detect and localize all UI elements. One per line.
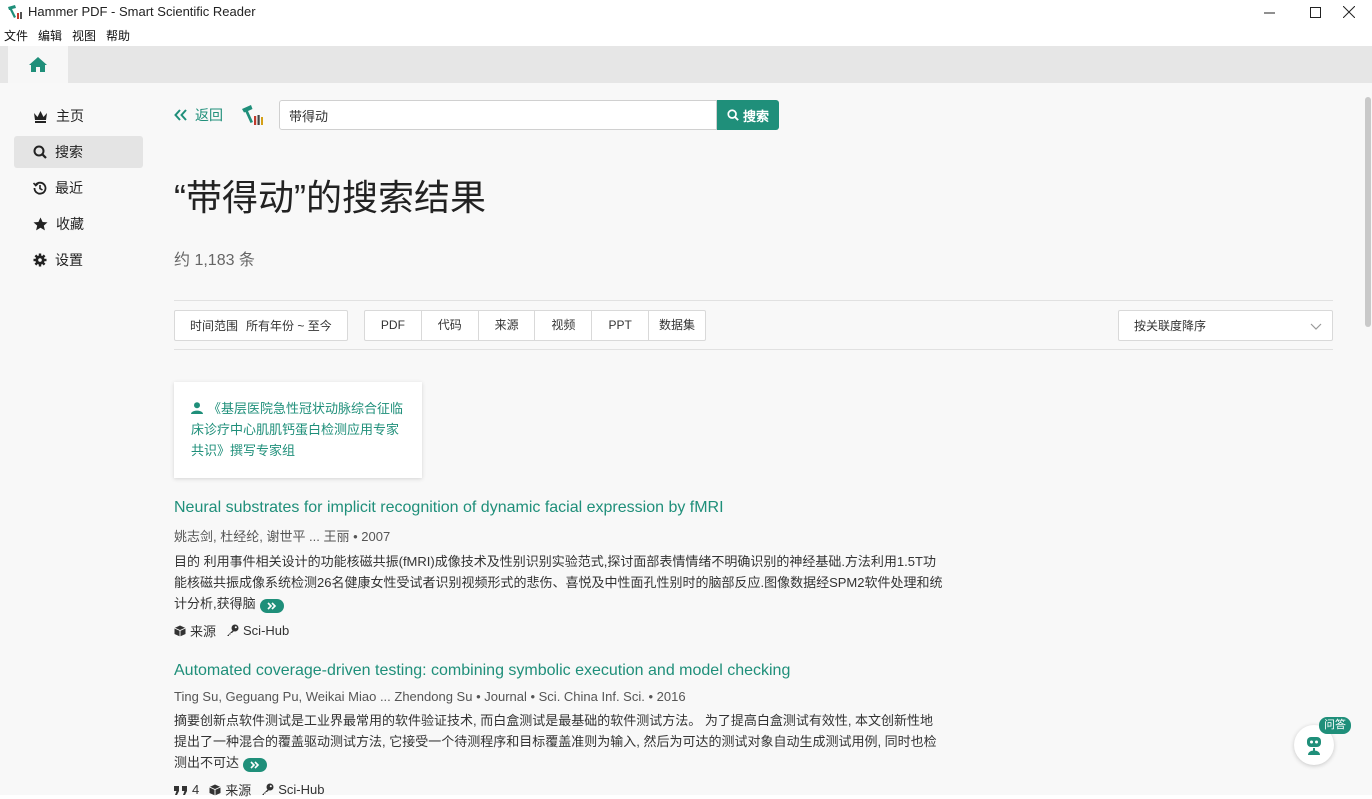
quote-icon — [174, 785, 187, 795]
page-title: “带得动”的搜索结果 — [174, 177, 486, 218]
sidebar-item-label: 主页 — [56, 108, 84, 124]
sidebar: 主页 搜索 最近 收藏 设置 — [14, 100, 143, 280]
time-range-label: 时间范围 — [190, 319, 239, 333]
star-icon — [33, 217, 48, 231]
close-button[interactable] — [1326, 0, 1372, 24]
minimize-icon — [1263, 12, 1275, 13]
search-input[interactable] — [279, 100, 717, 130]
sidebar-item-label: 收藏 — [56, 216, 84, 232]
crown-icon — [34, 110, 47, 123]
abstract-text: 目的 利用事件相关设计的功能核磁共振(fMRI)成像技术及性别识别实验范式,探讨… — [174, 554, 943, 611]
content-area: 主页 搜索 最近 收藏 设置 返回 带得动 搜索 “带得动”的搜索结果 约 1,… — [0, 83, 1372, 798]
author-card[interactable]: 《基层医院急性冠状动脉综合征临床诊疗中心肌肌钙蛋白检测应用专家共识》撰写专家组 — [174, 382, 422, 478]
window-title: Hammer PDF - Smart Scientific Reader — [28, 4, 256, 19]
sidebar-item-label: 搜索 — [55, 144, 83, 160]
type-filter-group: PDF 代码 来源 视频 PPT 数据集 — [364, 310, 706, 341]
cube-icon — [209, 784, 221, 795]
sidebar-item-settings[interactable]: 设置 — [14, 244, 143, 276]
menu-edit[interactable]: 编辑 — [34, 26, 68, 46]
filter-bar: 时间范围 所有年份 ~ 至今 PDF 代码 来源 视频 PPT 数据集 按关联度… — [174, 300, 1333, 350]
app-logo-icon — [242, 105, 263, 125]
back-button[interactable]: 返回 — [174, 105, 223, 125]
sort-value: 按关联度降序 — [1134, 319, 1207, 333]
key-icon — [262, 783, 274, 795]
result-title-link[interactable]: Neural substrates for implicit recogniti… — [174, 499, 944, 517]
source-link-label: 来源 — [225, 783, 252, 798]
source-link-label: 来源 — [190, 624, 217, 639]
result-item: Neural substrates for implicit recogniti… — [174, 499, 944, 640]
time-range-value: 所有年份 ~ 至今 — [246, 319, 332, 333]
tab-home[interactable] — [8, 46, 68, 83]
result-abstract: 目的 利用事件相关设计的功能核磁共振(fMRI)成像技术及性别识别实验范式,探讨… — [174, 551, 944, 614]
history-icon — [33, 181, 47, 195]
menu-bar: 文件 编辑 视图 帮助 — [0, 26, 136, 46]
search-icon — [727, 109, 739, 121]
author-card-text: 《基层医院急性冠状动脉综合征临床诊疗中心肌肌钙蛋白检测应用专家共识》撰写专家组 — [191, 401, 404, 458]
menu-file[interactable]: 文件 — [0, 26, 34, 46]
double-chevron-right-icon — [250, 761, 260, 769]
result-item: Automated coverage-driven testing: combi… — [174, 662, 944, 799]
scihub-link-label: Sci-Hub — [243, 623, 290, 638]
filter-video[interactable]: 视频 — [535, 311, 593, 340]
expand-abstract-button[interactable] — [243, 758, 268, 772]
result-meta: Ting Su, Geguang Pu, Weikai Miao ... Zhe… — [174, 689, 686, 704]
filter-source[interactable]: 来源 — [479, 311, 536, 340]
result-abstract: 摘要创新点软件测试是工业界最常用的软件验证技术, 而白盒测试是最基础的软件测试方… — [174, 710, 944, 773]
scrollbar-thumb[interactable] — [1365, 97, 1371, 327]
key-icon — [227, 624, 239, 636]
close-icon — [1343, 6, 1355, 18]
back-label: 返回 — [195, 107, 223, 123]
chevron-down-icon — [1310, 323, 1322, 330]
tab-strip — [0, 46, 1372, 83]
cube-icon — [174, 625, 186, 636]
result-links: 4 来源 Sci-Hub — [174, 780, 944, 799]
expand-abstract-button[interactable] — [259, 599, 284, 613]
title-bar: Hammer PDF - Smart Scientific Reader — [0, 0, 1372, 24]
result-links: 来源 Sci-Hub — [174, 621, 944, 640]
sort-select[interactable]: 按关联度降序 — [1118, 310, 1333, 341]
user-icon — [191, 402, 203, 414]
filter-dataset[interactable]: 数据集 — [649, 311, 705, 340]
filter-ppt[interactable]: PPT — [592, 311, 650, 340]
filter-code[interactable]: 代码 — [422, 311, 479, 340]
result-title-link[interactable]: Automated coverage-driven testing: combi… — [174, 662, 944, 680]
sidebar-item-home[interactable]: 主页 — [14, 100, 143, 132]
robot-assistant-icon — [1307, 737, 1321, 755]
app-logo-icon — [8, 5, 22, 19]
source-link[interactable]: 来源 — [209, 780, 251, 799]
double-chevron-right-icon — [267, 602, 276, 610]
result-meta: 姚志剑, 杜经纶, 谢世平 ... 王丽 • 2007 — [174, 529, 391, 544]
abstract-text: 摘要创新点软件测试是工业界最常用的软件验证技术, 而白盒测试是最基础的软件测试方… — [174, 713, 937, 770]
sidebar-item-recent[interactable]: 最近 — [14, 172, 143, 204]
sidebar-item-search[interactable]: 搜索 — [14, 136, 143, 168]
menu-view[interactable]: 视图 — [68, 26, 102, 46]
result-count: 约 1,183 条 — [174, 252, 255, 269]
time-range-filter[interactable]: 时间范围 所有年份 ~ 至今 — [174, 310, 348, 341]
search-button[interactable]: 搜索 — [717, 100, 779, 130]
search-icon — [33, 145, 47, 159]
maximize-icon — [1309, 6, 1321, 18]
filter-pdf[interactable]: PDF — [365, 311, 422, 340]
sidebar-item-label: 设置 — [55, 252, 83, 268]
double-chevron-left-icon — [174, 109, 187, 121]
home-icon — [29, 57, 47, 72]
menu-help[interactable]: 帮助 — [102, 26, 136, 46]
qa-badge: 问答 — [1319, 717, 1351, 734]
minimize-button[interactable] — [1246, 0, 1292, 24]
source-link[interactable]: 来源 — [174, 621, 216, 640]
search-button-label: 搜索 — [742, 108, 769, 124]
sidebar-item-label: 最近 — [55, 180, 83, 196]
gear-icon — [33, 253, 47, 267]
sidebar-item-favorites[interactable]: 收藏 — [14, 208, 143, 240]
scihub-link[interactable]: Sci-Hub — [226, 623, 289, 638]
